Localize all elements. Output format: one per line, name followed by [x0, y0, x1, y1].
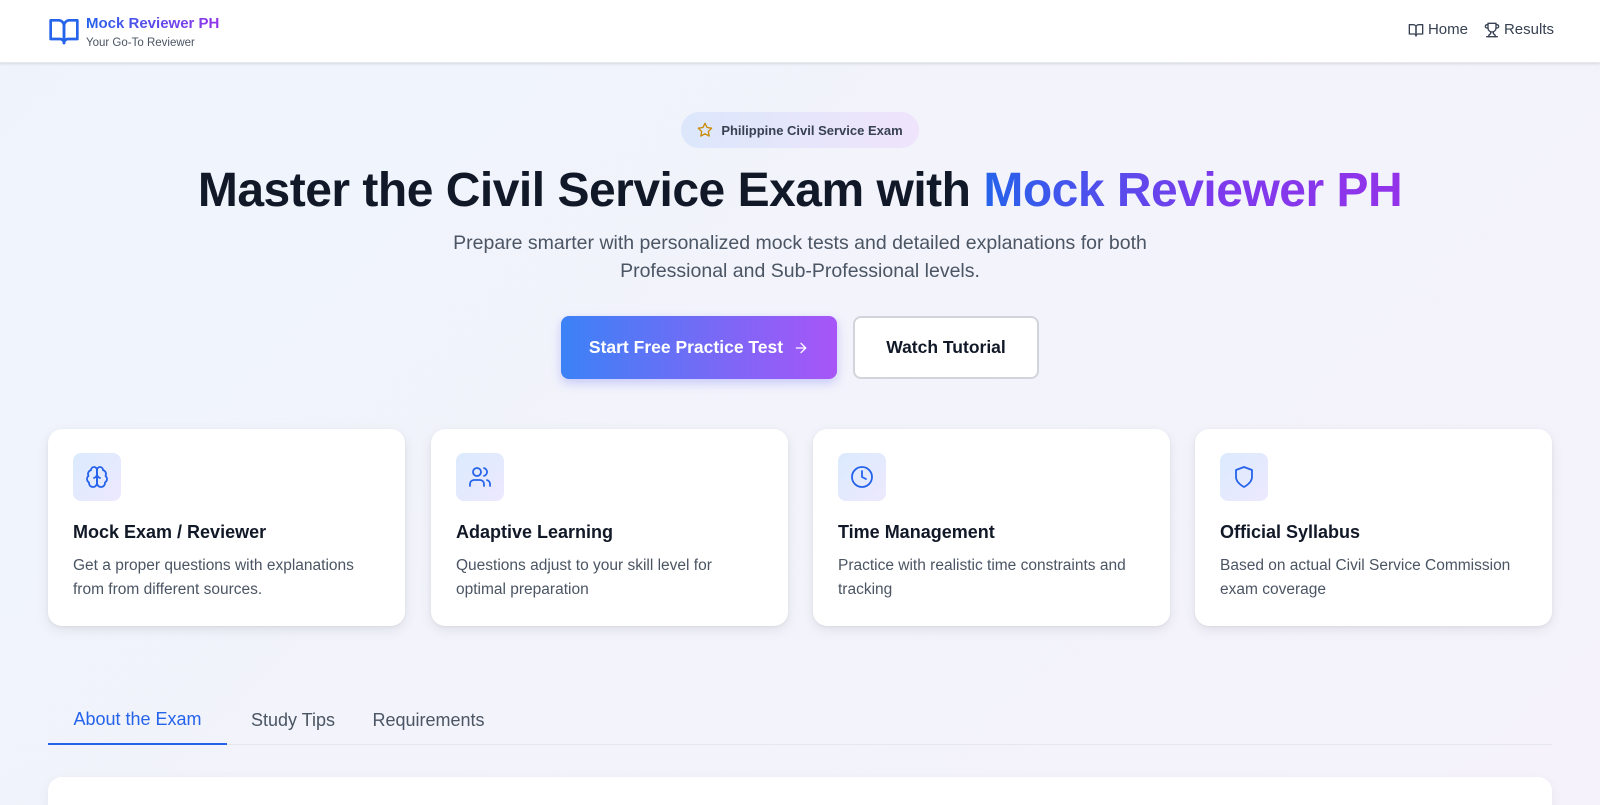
watch-tutorial-label: Watch Tutorial: [886, 337, 1006, 357]
feature-title: Mock Exam / Reviewer: [73, 522, 267, 542]
feature-card-mock-exam: Mock Exam / Reviewer Get a proper questi…: [48, 429, 405, 626]
tab-requirements[interactable]: Requirements: [366, 695, 491, 745]
feature-card-time-management: Time Management Practice with realistic …: [813, 429, 1170, 626]
start-practice-label: Start Free Practice Test: [588, 337, 784, 357]
brand-logo[interactable]: Mock Reviewer PH Your Go-To Reviewer: [48, 14, 219, 51]
feature-description: Practice with realistic time constraints…: [838, 557, 1126, 598]
book-open-icon: [48, 15, 80, 47]
hero-title-highlight: Mock Reviewer PH: [983, 164, 1403, 217]
info-tabs: About the Exam Study Tips Requirements: [48, 695, 1552, 745]
brain-icon: [73, 453, 121, 501]
trophy-icon: [1484, 22, 1504, 38]
shield-icon: [1220, 453, 1268, 501]
badge-label: Philippine Civil Service Exam: [721, 122, 903, 138]
hero-title: Master the Civil Service Exam with Mock …: [0, 160, 1600, 222]
tab-about-the-exam[interactable]: About the Exam: [48, 695, 227, 745]
clock-icon: [838, 453, 886, 501]
nav-results-link[interactable]: Results: [1484, 21, 1554, 38]
feature-description: Get a proper questions with explanations…: [73, 557, 354, 598]
feature-description: Questions adjust to your skill level for…: [456, 557, 712, 598]
feature-title: Adaptive Learning: [456, 522, 614, 542]
feature-card-official-syllabus: Official Syllabus Based on actual Civil …: [1195, 429, 1552, 626]
exam-badge: Philippine Civil Service Exam: [681, 112, 919, 148]
nav-results-label: Results: [1503, 21, 1554, 38]
hero-title-prefix: Master the Civil Service Exam with: [197, 164, 984, 217]
book-open-icon: [1408, 22, 1428, 38]
tab-study-tips[interactable]: Study Tips: [243, 695, 343, 745]
tab-content-panel: [48, 777, 1552, 805]
star-icon: [697, 122, 721, 138]
nav-home-link[interactable]: Home: [1408, 21, 1468, 38]
nav-home-label: Home: [1427, 21, 1468, 38]
feature-card-adaptive-learning: Adaptive Learning Questions adjust to yo…: [431, 429, 788, 626]
users-icon: [456, 453, 504, 501]
top-navbar: Mock Reviewer PH Your Go-To Reviewer Hom…: [0, 0, 1600, 63]
feature-title: Time Management: [838, 522, 995, 542]
hero-description: Prepare smarter with personalized mock t…: [453, 232, 1147, 282]
feature-description: Based on actual Civil Service Commission…: [1220, 557, 1511, 598]
arrow-right-icon: [783, 340, 809, 356]
start-practice-button[interactable]: Start Free Practice Test: [561, 316, 837, 379]
main-nav: Home Results: [1408, 21, 1554, 38]
brand-subtitle: Your Go-To Reviewer: [86, 37, 195, 49]
watch-tutorial-button[interactable]: Watch Tutorial: [853, 316, 1039, 379]
brand-title: Mock Reviewer PH: [86, 15, 220, 32]
feature-title: Official Syllabus: [1220, 522, 1361, 542]
